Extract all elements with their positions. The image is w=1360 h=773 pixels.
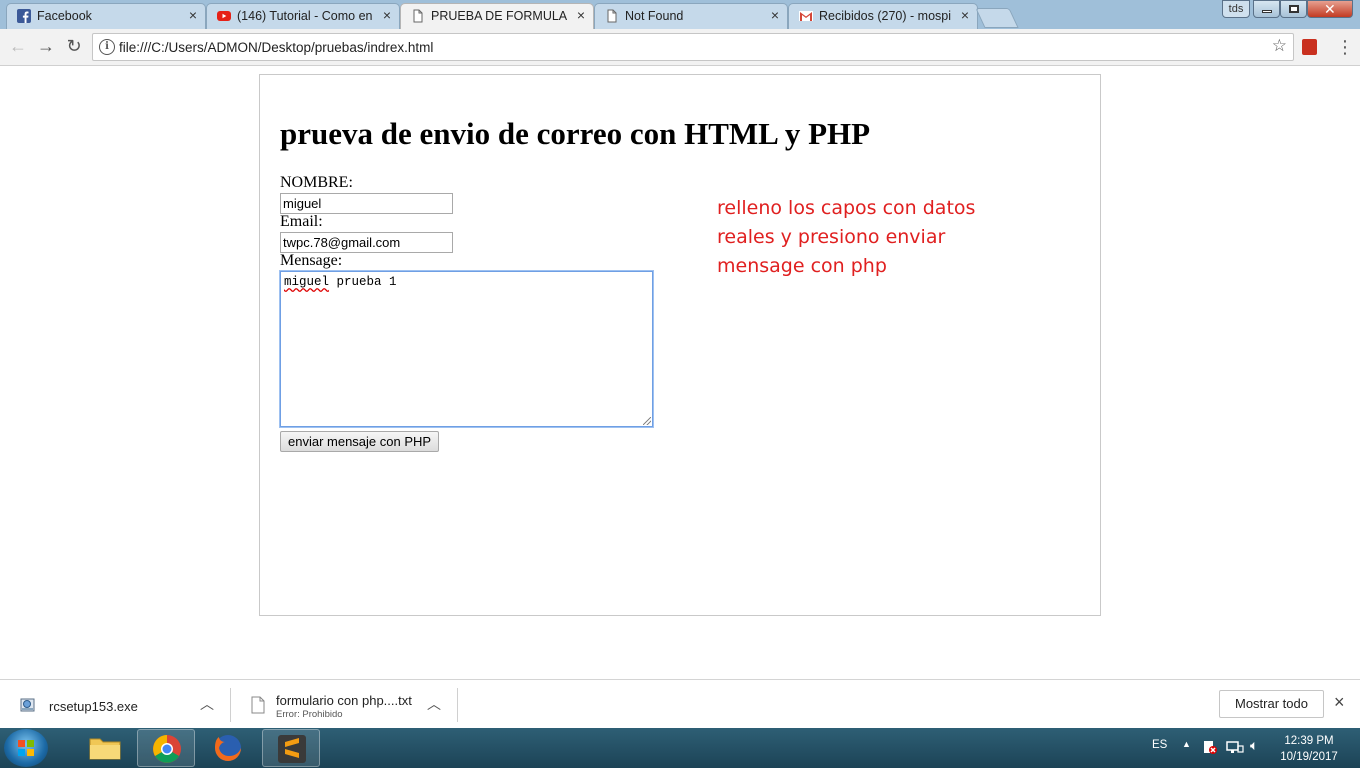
taskbar-explorer[interactable]: [76, 729, 134, 767]
document-icon: [605, 9, 619, 23]
close-icon[interactable]: ×: [1334, 692, 1345, 713]
forward-icon[interactable]: →: [34, 36, 58, 57]
restore-icon: [1289, 5, 1299, 13]
chevron-up-icon[interactable]: ︿: [200, 694, 214, 714]
tab-gmail[interactable]: Recibidos (270) - mospin ×: [788, 3, 978, 29]
start-button[interactable]: [4, 729, 48, 767]
firefox-icon: [215, 735, 241, 761]
info-icon[interactable]: i: [99, 39, 115, 55]
show-hidden-icons-icon[interactable]: ▲: [1182, 739, 1191, 749]
email-input[interactable]: twpc.78@gmail.com: [280, 232, 453, 253]
tab-label: Facebook: [37, 9, 92, 23]
close-icon[interactable]: ×: [383, 7, 391, 23]
close-icon[interactable]: ×: [189, 7, 197, 23]
profile-button[interactable]: tds: [1222, 0, 1250, 18]
back-icon[interactable]: ←: [6, 36, 30, 57]
restore-button[interactable]: [1280, 0, 1307, 18]
show-all-button[interactable]: Mostrar todo: [1219, 690, 1324, 718]
download-name: rcsetup153.exe: [49, 699, 138, 714]
folder-icon: [89, 738, 121, 760]
tab-label: (146) Tutorial - Como en: [237, 9, 373, 23]
gmail-icon: [799, 9, 813, 23]
tab-label: Not Found: [625, 9, 684, 23]
youtube-icon: [217, 9, 231, 23]
menu-icon[interactable]: ⋮: [1336, 36, 1354, 58]
message-text: prueba 1: [329, 275, 397, 289]
tab-label: Recibidos (270) - mospin: [819, 9, 951, 23]
close-icon[interactable]: ×: [771, 7, 779, 23]
download-status: Error: Prohibido: [276, 709, 343, 720]
new-tab-button[interactable]: [975, 8, 1019, 28]
annotation-note: relleno los capos con datos reales y pre…: [717, 197, 976, 277]
reload-icon[interactable]: ↻: [62, 36, 86, 57]
chevron-up-icon[interactable]: ︿: [427, 694, 441, 714]
close-window-button[interactable]: ✕: [1307, 0, 1353, 18]
message-textarea[interactable]: miguel prueba 1: [280, 271, 653, 427]
taskbar-firefox[interactable]: [198, 729, 256, 767]
windows-logo-icon: [18, 740, 34, 756]
facebook-icon: [17, 9, 31, 23]
system-clock[interactable]: 12:39 PM 10/19/2017: [1278, 733, 1340, 765]
close-icon[interactable]: ×: [577, 7, 585, 23]
clock-time: 12:39 PM: [1284, 735, 1334, 747]
download-item[interactable]: formulario con php....txt Error: Prohibi…: [230, 680, 457, 729]
file-icon: [250, 696, 266, 714]
name-input[interactable]: miguel: [280, 193, 453, 214]
tab-prueba-formulario[interactable]: PRUEBA DE FORMULARI ×: [400, 3, 594, 30]
tab-youtube[interactable]: (146) Tutorial - Como en ×: [206, 3, 400, 29]
minimize-button[interactable]: [1253, 0, 1280, 18]
close-icon[interactable]: ×: [961, 7, 969, 23]
taskbar-chrome[interactable]: [137, 729, 195, 767]
misspelled-word: miguel: [284, 275, 330, 289]
email-label: Email:: [280, 213, 323, 230]
resize-handle[interactable]: [643, 417, 651, 425]
document-icon: [411, 9, 425, 23]
taskbar-sublime[interactable]: [262, 729, 320, 767]
tab-label: PRUEBA DE FORMULARI: [431, 9, 567, 23]
taskbar: ES ▲ 🔈︎ 12:39 PM 10/19/2017: [0, 728, 1360, 768]
download-shelf: rcsetup153.exe ︿ formulario con php....t…: [0, 679, 1360, 728]
chrome-icon: [153, 735, 181, 763]
name-label: NOMBRE:: [280, 174, 353, 191]
sublime-text-icon: [278, 735, 306, 763]
network-icon[interactable]: [1226, 739, 1244, 758]
download-name: formulario con php....txt: [276, 693, 412, 708]
tab-strip: Facebook × (146) Tutorial - Como en × PR…: [0, 0, 1360, 30]
installer-icon: [20, 696, 36, 714]
page-viewport: prueva de envio de correo con HTML y PHP…: [0, 66, 1360, 679]
close-icon: ✕: [1324, 1, 1336, 17]
clock-date: 10/19/2017: [1280, 751, 1338, 763]
submit-button[interactable]: enviar mensaje con PHP: [280, 431, 440, 452]
action-center-icon[interactable]: [1202, 739, 1218, 758]
download-item[interactable]: rcsetup153.exe ︿: [0, 680, 230, 729]
minimize-icon: [1262, 10, 1272, 13]
divider: [457, 688, 458, 722]
message-label: Mensage:: [280, 252, 343, 269]
volume-icon[interactable]: 🔈︎: [1250, 737, 1258, 754]
address-bar[interactable]: i file:///C:/Users/ADMON/Desktop/pruebas…: [92, 33, 1294, 61]
tab-not-found[interactable]: Not Found ×: [594, 3, 788, 29]
url-text[interactable]: file:///C:/Users/ADMON/Desktop/pruebas/i…: [119, 40, 433, 55]
page-title: prueva de envio de correo con HTML y PHP: [280, 116, 871, 151]
bookmark-star-icon[interactable]: ☆: [1272, 36, 1287, 56]
language-indicator[interactable]: ES: [1152, 739, 1167, 751]
browser-toolbar: ← → ↻ i file:///C:/Users/ADMON/Desktop/p…: [0, 29, 1360, 66]
tab-facebook[interactable]: Facebook ×: [6, 3, 206, 29]
extension-icon[interactable]: [1302, 39, 1317, 55]
